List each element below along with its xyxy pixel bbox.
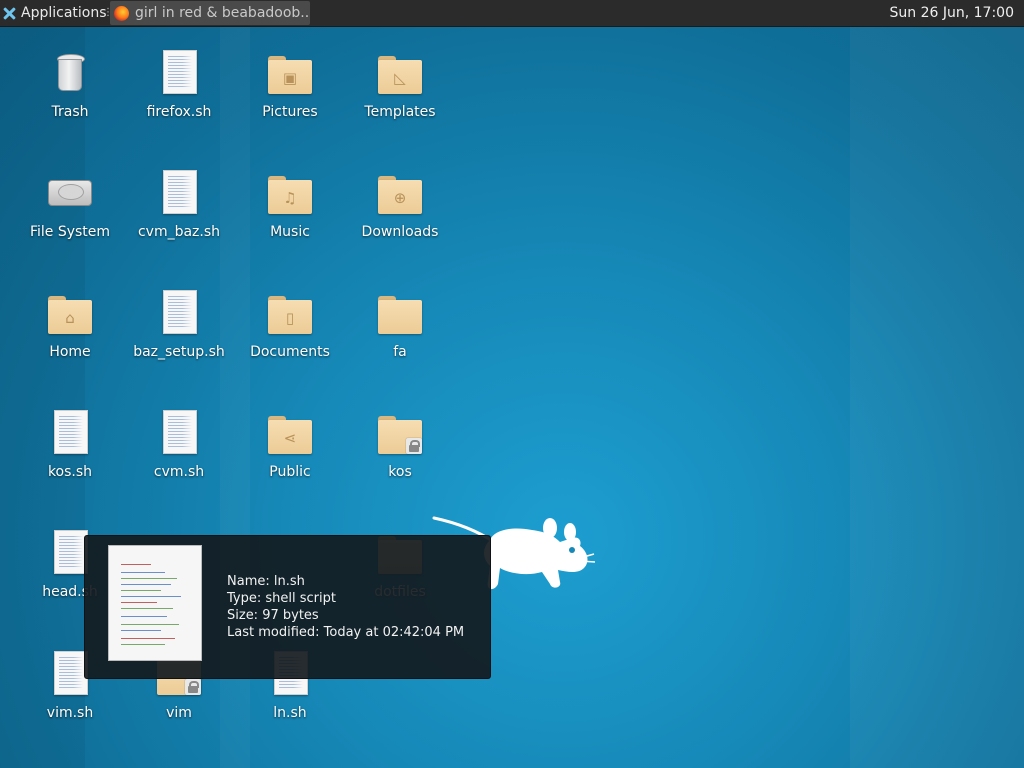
- desktop-icon-label: Music: [270, 224, 310, 240]
- file-name: Name: ln.sh: [227, 574, 305, 589]
- desktop-icon-kos-sh[interactable]: kos.sh: [20, 410, 120, 510]
- shell-script-icon: [157, 410, 201, 458]
- xfce-logo-icon: [2, 6, 17, 21]
- folder-public-icon: ⋖: [268, 410, 312, 458]
- desktop-icon-label: baz_setup.sh: [133, 344, 225, 360]
- folder-pictures-icon: ▣: [268, 50, 312, 98]
- file-size: Size: 97 bytes: [227, 608, 319, 623]
- desktop-icon-label: kos.sh: [47, 464, 93, 480]
- desktop-icon-label: Public: [269, 464, 311, 480]
- desktop-icon-pictures[interactable]: ▣ Pictures: [240, 50, 340, 150]
- desktop-icon-label: Templates: [364, 104, 436, 120]
- file-preview-thumbnail: [108, 545, 202, 661]
- desktop-icon-label: cvm.sh: [153, 464, 205, 480]
- desktop-icon-cvm-baz-sh[interactable]: cvm_baz.sh: [129, 170, 229, 270]
- desktop-icon-label: Trash: [51, 104, 89, 120]
- desktop-icon-fa[interactable]: fa: [350, 290, 450, 390]
- top-panel: Applications ⋮ girl in red & beabadoob..…: [0, 0, 1024, 27]
- shell-script-icon: [48, 410, 92, 458]
- firefox-icon: [114, 5, 129, 21]
- desktop-icon-label: ln.sh: [273, 705, 307, 721]
- applications-label: Applications: [21, 5, 107, 21]
- desktop-icon-label: firefox.sh: [146, 104, 212, 120]
- taskbar-window-title: girl in red & beabadoob...: [135, 5, 310, 21]
- desktop-icon-public[interactable]: ⋖ Public: [240, 410, 340, 510]
- desktop-icon-label: vim.sh: [46, 705, 94, 721]
- desktop-icon-label: Home: [49, 344, 91, 360]
- desktop-icon-templates[interactable]: ◺ Templates: [350, 50, 450, 150]
- folder-home-icon: ⌂: [48, 290, 92, 338]
- file-info: Name: ln.sh Type: shell script Size: 97 …: [227, 573, 464, 641]
- trash-icon: [48, 50, 92, 98]
- desktop-icon-label: kos: [388, 464, 412, 480]
- folder-templates-icon: ◺: [378, 50, 422, 98]
- desktop-icon-label: fa: [393, 344, 407, 360]
- desktop-icon-label: Documents: [250, 344, 330, 360]
- desktop-icon-trash[interactable]: Trash: [20, 50, 120, 150]
- desktop-icon-cvm-sh[interactable]: cvm.sh: [129, 410, 229, 510]
- folder-icon: [378, 290, 422, 338]
- desktop-icon-baz-setup-sh[interactable]: baz_setup.sh: [129, 290, 229, 390]
- desktop-icon-label: Downloads: [361, 224, 439, 240]
- desktop-icon-firefox-sh[interactable]: firefox.sh: [129, 50, 229, 150]
- shell-script-icon: [157, 50, 201, 98]
- desktop-icon-documents[interactable]: ▯ Documents: [240, 290, 340, 390]
- file-type: Type: shell script: [227, 591, 336, 606]
- applications-menu-button[interactable]: Applications: [2, 0, 113, 26]
- shell-script-icon: [157, 290, 201, 338]
- taskbar-window-button[interactable]: girl in red & beabadoob...: [110, 1, 310, 25]
- folder-music-icon: ♫: [268, 170, 312, 218]
- desktop-icon-label: cvm_baz.sh: [137, 224, 221, 240]
- desktop-icon-label: Pictures: [262, 104, 318, 120]
- desktop[interactable]: Applications ⋮ girl in red & beabadoob..…: [0, 0, 1024, 768]
- folder-downloads-icon: ⊕: [378, 170, 422, 218]
- desktop-icon-downloads[interactable]: ⊕ Downloads: [350, 170, 450, 270]
- file-tooltip: Name: ln.sh Type: shell script Size: 97 …: [84, 535, 491, 679]
- desktop-icon-home[interactable]: ⌂ Home: [20, 290, 120, 390]
- desktop-icon-music[interactable]: ♫ Music: [240, 170, 340, 270]
- desktop-icon-label: vim: [166, 705, 192, 721]
- desktop-icon-kos[interactable]: kos: [350, 410, 450, 510]
- shell-script-icon: [157, 170, 201, 218]
- folder-locked-icon: [378, 410, 422, 458]
- desktop-icon-label: File System: [29, 224, 111, 240]
- desktop-icon-file-system[interactable]: File System: [20, 170, 120, 270]
- file-modified: Last modified: Today at 02:42:04 PM: [227, 625, 465, 640]
- drive-icon: [48, 170, 92, 218]
- folder-documents-icon: ▯: [268, 290, 312, 338]
- panel-clock[interactable]: Sun 26 Jun, 17:00: [890, 0, 1014, 26]
